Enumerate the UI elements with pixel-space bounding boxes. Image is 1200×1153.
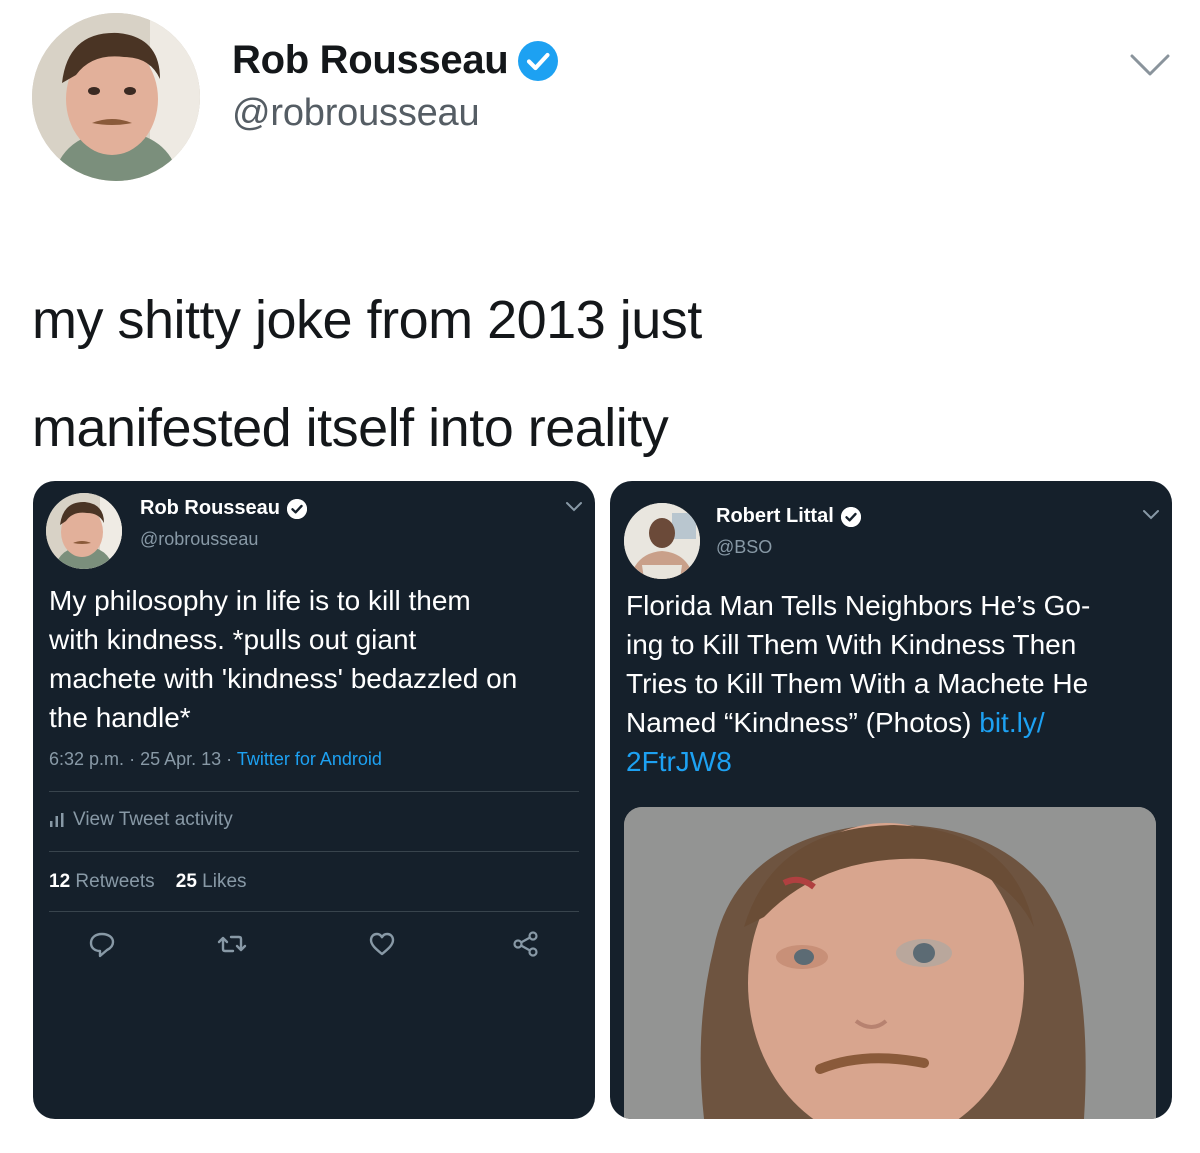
verified-badge-icon: [840, 506, 861, 527]
right-card-author-handle[interactable]: @BSO: [716, 537, 772, 558]
right-card-avatar[interactable]: [624, 503, 700, 579]
main-avatar[interactable]: [32, 13, 200, 181]
meta-separator: ·: [129, 749, 141, 769]
main-author-row: Rob Rousseau: [232, 38, 559, 83]
tweet-text-line: machete with 'kindness' bedazzled on: [49, 663, 518, 694]
avatar-photo: [46, 493, 122, 569]
left-card-tweet-text: My philosophy in life is to kill them wi…: [49, 581, 589, 737]
tweet-text-line: Named “Kindness” (Photos) bit.ly/: [626, 703, 1166, 742]
right-card-tweet-text: Florida Man Tells Neighbors He’s Go- ing…: [626, 586, 1166, 781]
left-card-avatar[interactable]: [46, 493, 122, 569]
left-card-author-row: Rob Rousseau: [140, 497, 308, 520]
reply-icon[interactable]: [87, 929, 117, 959]
tweet-text-line: with kindness. *pulls out giant: [49, 624, 417, 655]
mugshot-photo: [624, 807, 1156, 1119]
chevron-down-icon[interactable]: [1142, 509, 1160, 521]
tweet-text-line: the handle*: [49, 702, 191, 733]
bar-chart-icon: [50, 813, 64, 827]
meta-separator: ·: [226, 749, 237, 769]
tweet-text-line: ing to Kill Them With Kindness Then: [626, 629, 1077, 660]
tweet-source-link[interactable]: Twitter for Android: [237, 749, 382, 769]
tweet-text-line: Tries to Kill Them With a Machete He: [626, 668, 1089, 699]
left-card-author-handle[interactable]: @robrousseau: [140, 529, 258, 550]
verified-badge-icon: [287, 498, 308, 519]
chevron-down-icon[interactable]: [565, 501, 583, 513]
embedded-tweet-left[interactable]: Rob Rousseau @robrousseau My philosophy …: [33, 481, 595, 1119]
main-tweet-line-2: manifested itself into reality: [32, 398, 669, 458]
retweet-icon[interactable]: [217, 929, 247, 959]
main-author-handle[interactable]: @robrousseau: [232, 92, 480, 135]
verified-badge-icon: [518, 40, 559, 81]
likes-label[interactable]: Likes: [202, 871, 246, 892]
left-card-author-name[interactable]: Rob Rousseau: [140, 497, 280, 520]
right-card-author-name[interactable]: Robert Littal: [716, 505, 834, 528]
tweet-stats-row: 12 Retweets 25 Likes: [49, 871, 247, 893]
avatar-photo: [624, 503, 700, 579]
main-tweet-text: my shitty joke from 2013 just manifested…: [32, 266, 1132, 482]
share-icon[interactable]: [511, 929, 541, 959]
divider: [49, 911, 579, 912]
view-tweet-activity-link[interactable]: View Tweet activity: [49, 809, 233, 831]
like-icon[interactable]: [367, 929, 397, 959]
screenshot-page: Rob Rousseau @robrousseau my shitty joke…: [0, 0, 1200, 1153]
tweet-text-span: Named “Kindness” (Photos): [626, 707, 972, 738]
tweet-timestamp-row: 6:32 p.m. · 25 Apr. 13 · Twitter for And…: [49, 749, 382, 770]
retweets-count[interactable]: 12: [49, 871, 70, 892]
divider: [49, 851, 579, 852]
main-tweet-line-1: my shitty joke from 2013 just: [32, 290, 702, 350]
tweet-date: 25 Apr. 13: [140, 749, 222, 769]
right-card-author-row: Robert Littal: [716, 505, 861, 528]
view-tweet-activity-label: View Tweet activity: [73, 809, 233, 830]
main-author-name[interactable]: Rob Rousseau: [232, 38, 509, 83]
divider: [49, 791, 579, 792]
chevron-down-icon[interactable]: [1128, 52, 1172, 80]
avatar-photo: [32, 13, 200, 181]
tweet-text-line: My philosophy in life is to kill them: [49, 585, 471, 616]
mugshot-image[interactable]: [624, 807, 1156, 1119]
tweet-link[interactable]: bit.ly/: [979, 707, 1044, 738]
tweet-link-continued[interactable]: 2FtrJW8: [626, 742, 1166, 781]
retweets-label[interactable]: Retweets: [75, 871, 154, 892]
embedded-tweet-right[interactable]: Robert Littal @BSO Florida Man Tells Nei…: [610, 481, 1172, 1119]
tweet-time: 6:32 p.m.: [49, 749, 125, 769]
likes-count[interactable]: 25: [176, 871, 197, 892]
tweet-text-line: Florida Man Tells Neighbors He’s Go-: [626, 590, 1091, 621]
